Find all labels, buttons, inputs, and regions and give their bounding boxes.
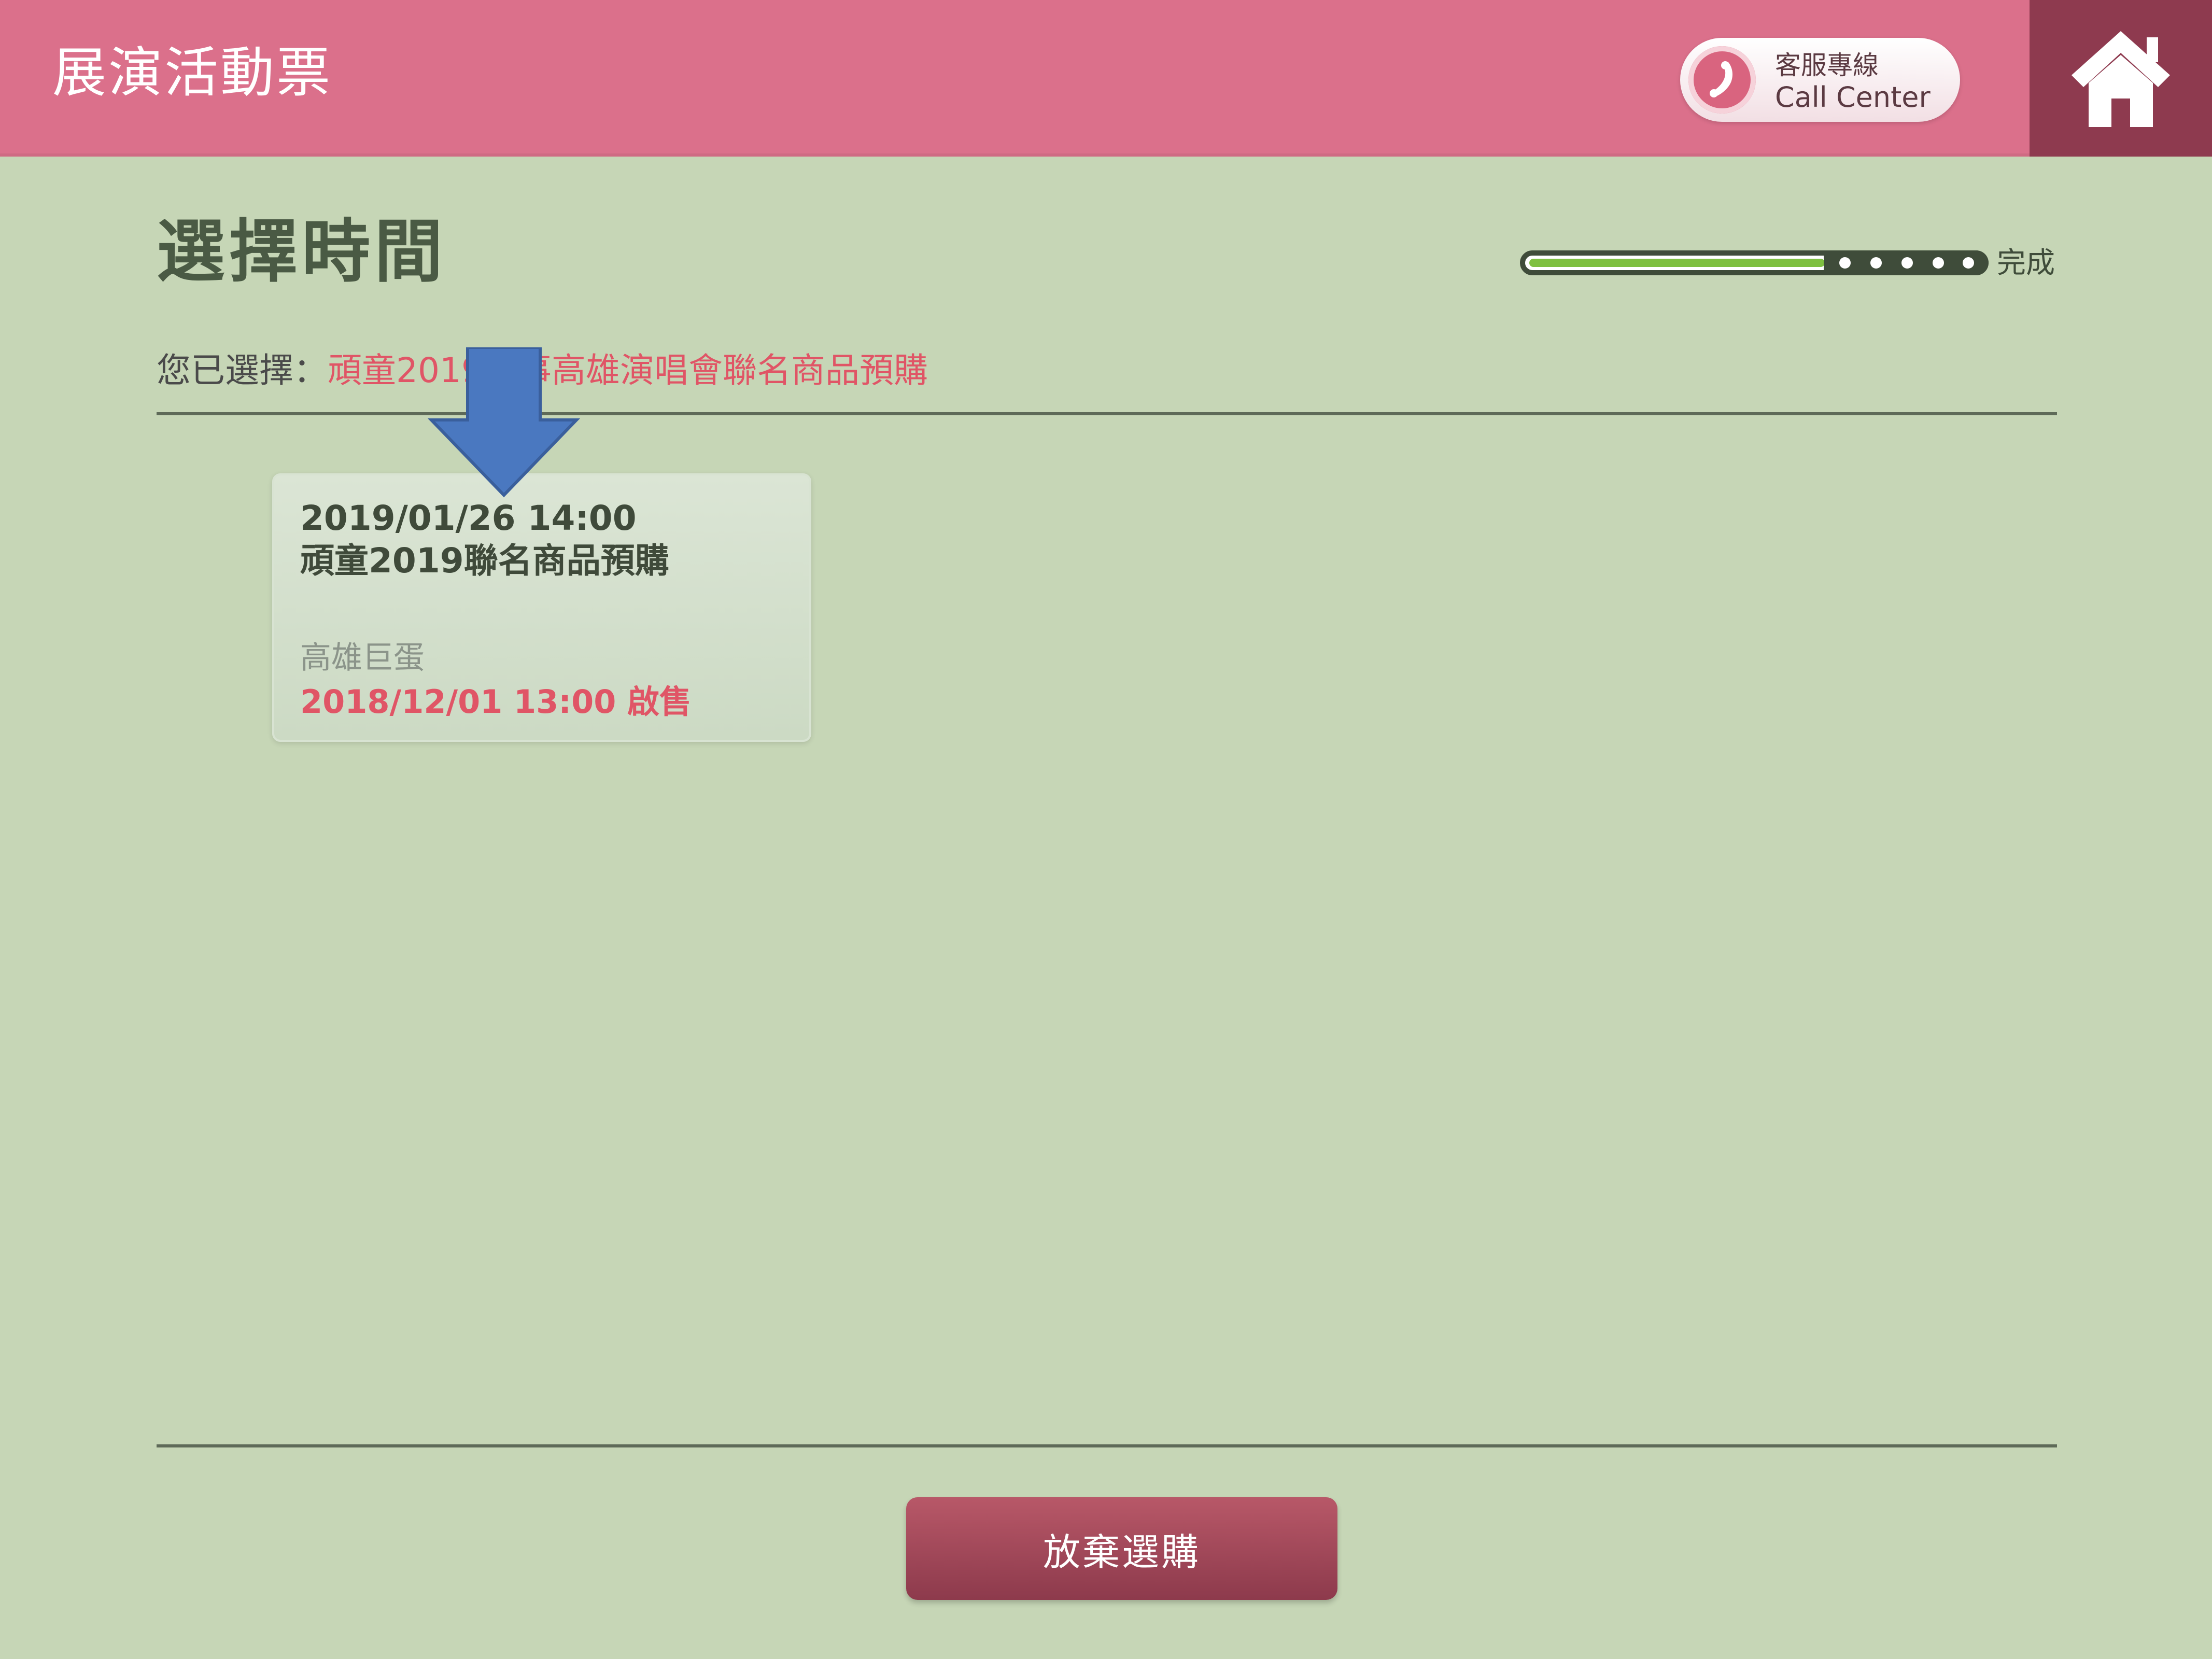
progress-fill	[1529, 259, 1825, 267]
session-name: 頑童2019聯名商品預購	[300, 541, 669, 581]
selected-event-label: 您已選擇：	[157, 350, 328, 390]
session-sale-time: 2018/12/01 13:00 啟售	[300, 683, 692, 721]
call-center-label-zh: 客服專線	[1775, 50, 1879, 80]
home-button[interactable]	[2030, 0, 2212, 157]
session-card[interactable]: 2019/01/26 14:00 頑童2019聯名商品預購 高雄巨蛋 2018/…	[272, 473, 811, 742]
abandon-purchase-button[interactable]: 放棄選購	[906, 1497, 1337, 1600]
session-venue: 高雄巨蛋	[300, 640, 425, 676]
progress-remaining	[1824, 250, 1989, 275]
session-datetime: 2019/01/26 14:00	[300, 498, 637, 538]
progress-step-dot	[1933, 257, 1944, 269]
page-title: 選擇時間	[157, 212, 447, 292]
progress-step-dot	[1870, 257, 1882, 269]
progress-step-dot	[1901, 257, 1913, 269]
progress-step-dot	[1839, 257, 1851, 269]
phone-icon	[1688, 46, 1756, 114]
call-center-label-en: Call Center	[1775, 81, 1931, 114]
divider-bottom	[157, 1444, 2057, 1447]
home-icon	[2072, 31, 2170, 127]
app-title: 展演活動票	[52, 41, 333, 104]
arrow-down-icon	[427, 347, 581, 498]
call-center-button[interactable]: 客服專線 Call Center	[1680, 38, 1960, 122]
progress-done-label: 完成	[1997, 246, 2055, 280]
progress-step-dot	[1963, 257, 1974, 269]
app-header: 展演活動票 客服專線 Call Center	[0, 0, 2030, 157]
selected-event-value: 頑童2019大事高雄演唱會聯名商品預購	[328, 350, 928, 390]
